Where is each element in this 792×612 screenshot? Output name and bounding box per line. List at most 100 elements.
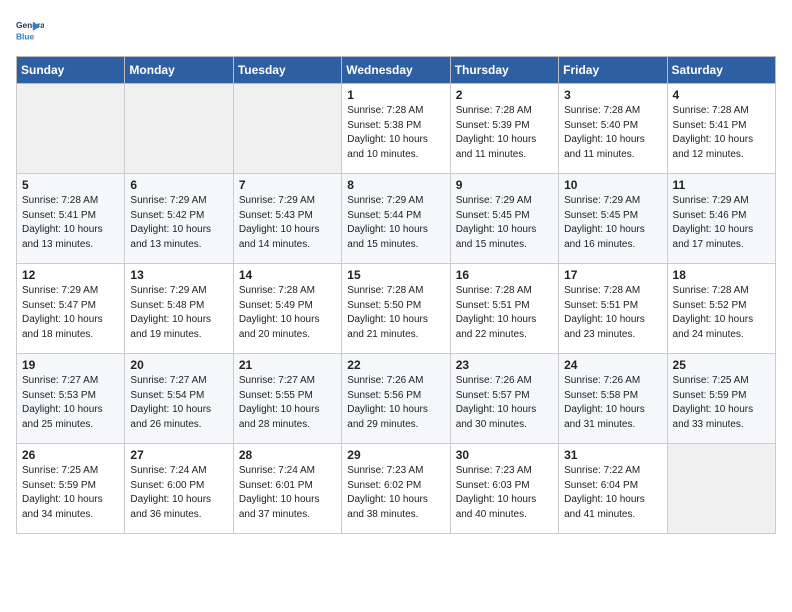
day-cell: 11Sunrise: 7:29 AM Sunset: 5:46 PM Dayli… xyxy=(667,174,775,264)
weekday-header-saturday: Saturday xyxy=(667,57,775,84)
day-cell xyxy=(233,84,341,174)
day-number: 23 xyxy=(456,358,553,372)
day-number: 10 xyxy=(564,178,661,192)
day-cell: 7 Sunrise: 7:29 AM Sunset: 5:43 PM Daylig… xyxy=(233,174,341,264)
day-cell: 18Sunrise: 7:28 AM Sunset: 5:52 PM Dayli… xyxy=(667,264,775,354)
day-info: Sunrise: 7:28 AM Sunset: 5:38 PM Dayligh… xyxy=(347,104,444,162)
day-info: Sunrise: 7:28 AM Sunset: 5:50 PM Dayligh… xyxy=(347,284,444,342)
day-cell: 6 Sunrise: 7:29 AM Sunset: 5:42 PM Daylig… xyxy=(125,174,233,264)
day-cell: 24Sunrise: 7:26 AM Sunset: 5:58 PM Dayli… xyxy=(559,354,667,444)
day-info: Sunrise: 7:29 AM Sunset: 5:44 PM Dayligh… xyxy=(347,194,444,252)
weekday-header-friday: Friday xyxy=(559,57,667,84)
day-cell: 17 Sunrise: 7:28 AM Sunset: 5:51 PM Dayli… xyxy=(559,264,667,354)
day-number: 2 xyxy=(456,88,553,102)
day-cell: 16 Sunrise: 7:28 AM Sunset: 5:51 PM Dayli… xyxy=(450,264,558,354)
weekday-header-sunday: Sunday xyxy=(17,57,125,84)
day-info: Sunrise: 7:24 AM Sunset: 6:01 PM Dayligh… xyxy=(239,464,336,522)
weekday-header-thursday: Thursday xyxy=(450,57,558,84)
logo-icon: GeneralBlue xyxy=(16,16,44,44)
day-info: Sunrise: 7:28 AM Sunset: 5:51 PM Dayligh… xyxy=(564,284,661,342)
day-cell: 19Sunrise: 7:27 AM Sunset: 5:53 PM Dayli… xyxy=(17,354,125,444)
day-number: 21 xyxy=(239,358,336,372)
week-row-2: 5Sunrise: 7:28 AM Sunset: 5:41 PM Daylig… xyxy=(17,174,776,264)
day-cell: 22 Sunrise: 7:26 AM Sunset: 5:56 PM Dayli… xyxy=(342,354,450,444)
day-cell: 5Sunrise: 7:28 AM Sunset: 5:41 PM Daylig… xyxy=(17,174,125,264)
weekday-header-monday: Monday xyxy=(125,57,233,84)
day-cell: 28 Sunrise: 7:24 AM Sunset: 6:01 PM Dayli… xyxy=(233,444,341,534)
calendar-table: SundayMondayTuesdayWednesdayThursdayFrid… xyxy=(16,56,776,534)
day-info: Sunrise: 7:26 AM Sunset: 5:57 PM Dayligh… xyxy=(456,374,553,432)
day-cell: 15 Sunrise: 7:28 AM Sunset: 5:50 PM Dayli… xyxy=(342,264,450,354)
day-info: Sunrise: 7:28 AM Sunset: 5:51 PM Dayligh… xyxy=(456,284,553,342)
week-row-4: 19Sunrise: 7:27 AM Sunset: 5:53 PM Dayli… xyxy=(17,354,776,444)
day-cell: 27Sunrise: 7:24 AM Sunset: 6:00 PM Dayli… xyxy=(125,444,233,534)
day-number: 16 xyxy=(456,268,553,282)
day-info: Sunrise: 7:22 AM Sunset: 6:04 PM Dayligh… xyxy=(564,464,661,522)
day-info: Sunrise: 7:29 AM Sunset: 5:48 PM Dayligh… xyxy=(130,284,227,342)
day-cell: 8 Sunrise: 7:29 AM Sunset: 5:44 PM Daylig… xyxy=(342,174,450,264)
day-number: 28 xyxy=(239,448,336,462)
day-cell: 30 Sunrise: 7:23 AM Sunset: 6:03 PM Dayli… xyxy=(450,444,558,534)
day-number: 13 xyxy=(130,268,227,282)
day-info: Sunrise: 7:23 AM Sunset: 6:03 PM Dayligh… xyxy=(456,464,553,522)
day-cell: 29 Sunrise: 7:23 AM Sunset: 6:02 PM Dayli… xyxy=(342,444,450,534)
day-number: 18 xyxy=(673,268,770,282)
day-info: Sunrise: 7:29 AM Sunset: 5:43 PM Dayligh… xyxy=(239,194,336,252)
svg-text:General: General xyxy=(16,20,44,30)
day-cell: 12 Sunrise: 7:29 AM Sunset: 5:47 PM Dayli… xyxy=(17,264,125,354)
day-cell: 21Sunrise: 7:27 AM Sunset: 5:55 PM Dayli… xyxy=(233,354,341,444)
day-cell: 25 Sunrise: 7:25 AM Sunset: 5:59 PM Dayli… xyxy=(667,354,775,444)
day-number: 12 xyxy=(22,268,119,282)
day-cell: 2 Sunrise: 7:28 AM Sunset: 5:39 PM Daylig… xyxy=(450,84,558,174)
day-number: 9 xyxy=(456,178,553,192)
day-number: 11 xyxy=(673,178,770,192)
day-number: 14 xyxy=(239,268,336,282)
day-cell: 3 Sunrise: 7:28 AM Sunset: 5:40 PM Daylig… xyxy=(559,84,667,174)
day-cell: 10 Sunrise: 7:29 AM Sunset: 5:45 PM Dayli… xyxy=(559,174,667,264)
day-info: Sunrise: 7:26 AM Sunset: 5:56 PM Dayligh… xyxy=(347,374,444,432)
day-info: Sunrise: 7:29 AM Sunset: 5:42 PM Dayligh… xyxy=(130,194,227,252)
day-number: 7 xyxy=(239,178,336,192)
day-info: Sunrise: 7:27 AM Sunset: 5:54 PM Dayligh… xyxy=(130,374,227,432)
day-info: Sunrise: 7:26 AM Sunset: 5:58 PM Dayligh… xyxy=(564,374,661,432)
day-number: 25 xyxy=(673,358,770,372)
day-info: Sunrise: 7:23 AM Sunset: 6:02 PM Dayligh… xyxy=(347,464,444,522)
day-info: Sunrise: 7:29 AM Sunset: 5:45 PM Dayligh… xyxy=(456,194,553,252)
day-number: 1 xyxy=(347,88,444,102)
day-cell: 1 Sunrise: 7:28 AM Sunset: 5:38 PM Daylig… xyxy=(342,84,450,174)
day-number: 29 xyxy=(347,448,444,462)
day-cell: 23 Sunrise: 7:26 AM Sunset: 5:57 PM Dayli… xyxy=(450,354,558,444)
day-info: Sunrise: 7:28 AM Sunset: 5:41 PM Dayligh… xyxy=(673,104,770,162)
day-number: 17 xyxy=(564,268,661,282)
day-info: Sunrise: 7:25 AM Sunset: 5:59 PM Dayligh… xyxy=(22,464,119,522)
svg-text:Blue: Blue xyxy=(16,31,34,41)
day-number: 8 xyxy=(347,178,444,192)
day-info: Sunrise: 7:29 AM Sunset: 5:47 PM Dayligh… xyxy=(22,284,119,342)
weekday-header-tuesday: Tuesday xyxy=(233,57,341,84)
day-info: Sunrise: 7:28 AM Sunset: 5:49 PM Dayligh… xyxy=(239,284,336,342)
day-number: 20 xyxy=(130,358,227,372)
day-number: 5 xyxy=(22,178,119,192)
day-info: Sunrise: 7:24 AM Sunset: 6:00 PM Dayligh… xyxy=(130,464,227,522)
day-number: 4 xyxy=(673,88,770,102)
day-number: 19 xyxy=(22,358,119,372)
day-number: 15 xyxy=(347,268,444,282)
day-info: Sunrise: 7:28 AM Sunset: 5:39 PM Dayligh… xyxy=(456,104,553,162)
week-row-5: 26Sunrise: 7:25 AM Sunset: 5:59 PM Dayli… xyxy=(17,444,776,534)
day-cell: 9 Sunrise: 7:29 AM Sunset: 5:45 PM Daylig… xyxy=(450,174,558,264)
day-info: Sunrise: 7:28 AM Sunset: 5:40 PM Dayligh… xyxy=(564,104,661,162)
day-cell: 14 Sunrise: 7:28 AM Sunset: 5:49 PM Dayli… xyxy=(233,264,341,354)
day-number: 3 xyxy=(564,88,661,102)
day-number: 22 xyxy=(347,358,444,372)
day-cell: 13 Sunrise: 7:29 AM Sunset: 5:48 PM Dayli… xyxy=(125,264,233,354)
day-cell: 4 Sunrise: 7:28 AM Sunset: 5:41 PM Daylig… xyxy=(667,84,775,174)
weekday-header-row: SundayMondayTuesdayWednesdayThursdayFrid… xyxy=(17,57,776,84)
day-cell xyxy=(17,84,125,174)
day-cell: 20 Sunrise: 7:27 AM Sunset: 5:54 PM Dayli… xyxy=(125,354,233,444)
day-number: 6 xyxy=(130,178,227,192)
day-number: 30 xyxy=(456,448,553,462)
day-info: Sunrise: 7:25 AM Sunset: 5:59 PM Dayligh… xyxy=(673,374,770,432)
day-info: Sunrise: 7:29 AM Sunset: 5:45 PM Dayligh… xyxy=(564,194,661,252)
day-cell: 31 Sunrise: 7:22 AM Sunset: 6:04 PM Dayli… xyxy=(559,444,667,534)
day-number: 31 xyxy=(564,448,661,462)
